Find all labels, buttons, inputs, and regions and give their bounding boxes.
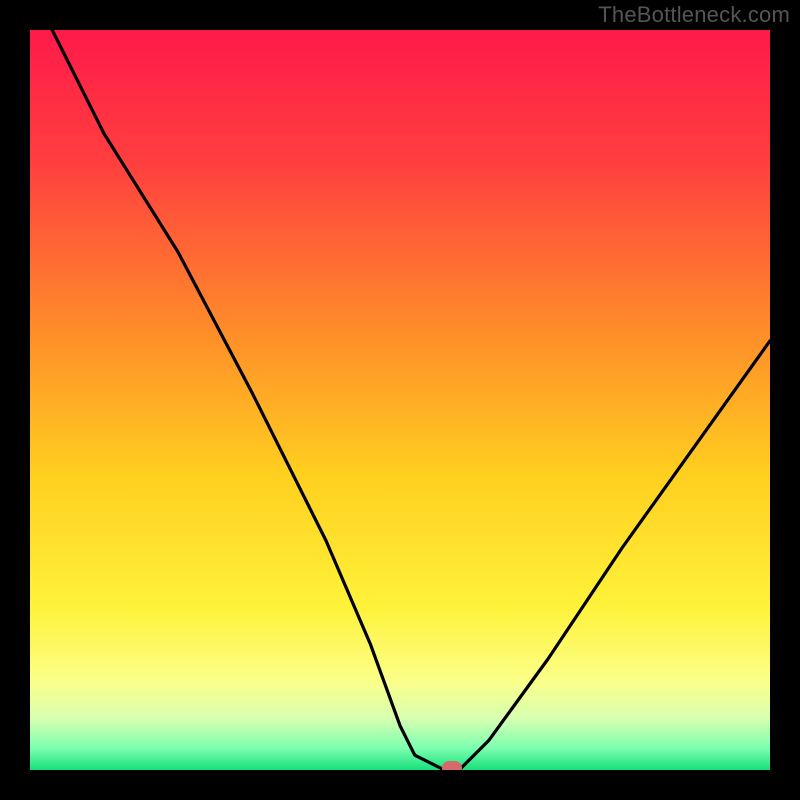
gradient-background [30,30,770,770]
plot-area [30,30,770,770]
chart-frame: TheBottleneck.com [0,0,800,800]
optimal-marker [442,761,462,770]
watermark-text: TheBottleneck.com [598,2,790,28]
chart-svg [30,30,770,770]
